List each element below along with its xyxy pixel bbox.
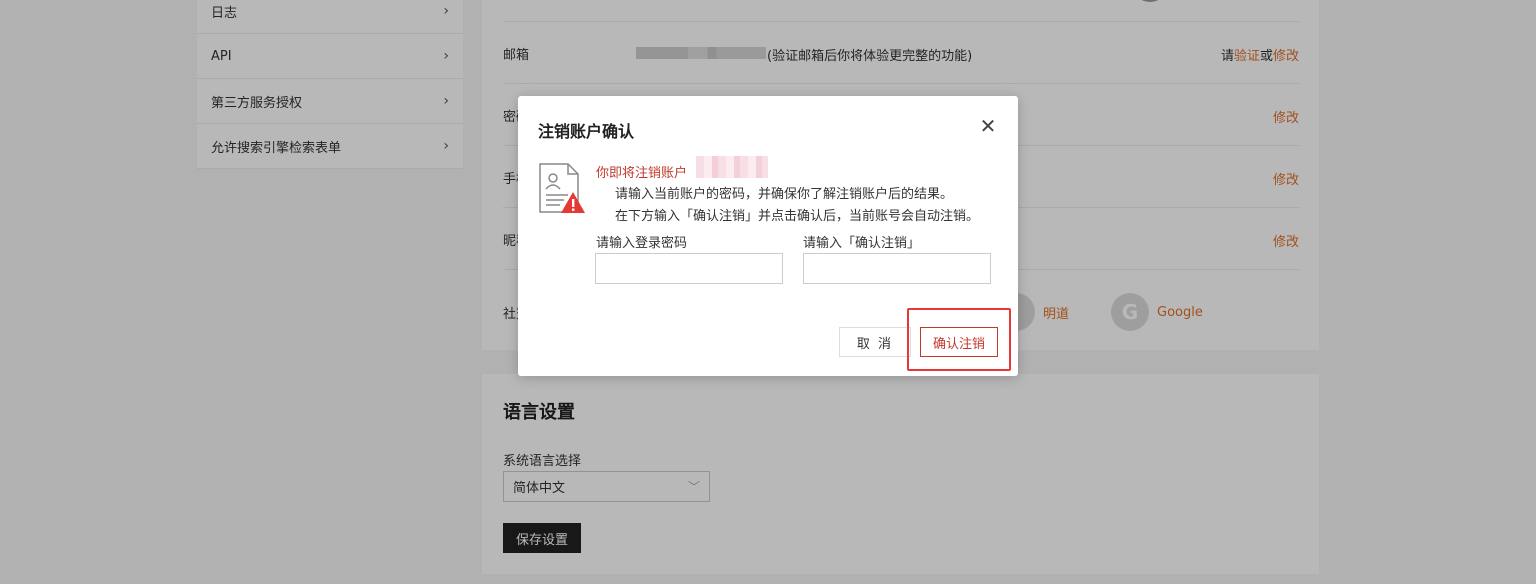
warning-line-1: 请输入当前账户的密码，并确保你了解注销账户后的结果。 bbox=[615, 187, 954, 202]
deactivate-account-modal: 注销账户确认 ✕ 你即将注销账户 请输入当前账户的密码，并确保你了解注销账户后的… bbox=[518, 96, 1018, 376]
account-name-masked bbox=[696, 156, 768, 178]
cancel-button[interactable]: 取 消 bbox=[839, 327, 911, 357]
modal-title: 注销账户确认 bbox=[538, 122, 635, 141]
document-warning-icon bbox=[539, 163, 585, 213]
warning-heading: 你即将注销账户 bbox=[596, 166, 688, 181]
warning-line-2: 在下方输入「确认注销」并点击确认后，当前账号会自动注销。 bbox=[615, 209, 980, 224]
confirm-deactivate-button[interactable]: 确认注销 bbox=[920, 327, 998, 357]
password-input[interactable] bbox=[595, 253, 783, 284]
confirm-text-input[interactable] bbox=[803, 253, 991, 284]
close-icon[interactable]: ✕ bbox=[978, 116, 998, 136]
password-field-label: 请输入登录密码 bbox=[596, 236, 688, 251]
confirm-text-field-label: 请输入「确认注销」 bbox=[803, 236, 921, 251]
